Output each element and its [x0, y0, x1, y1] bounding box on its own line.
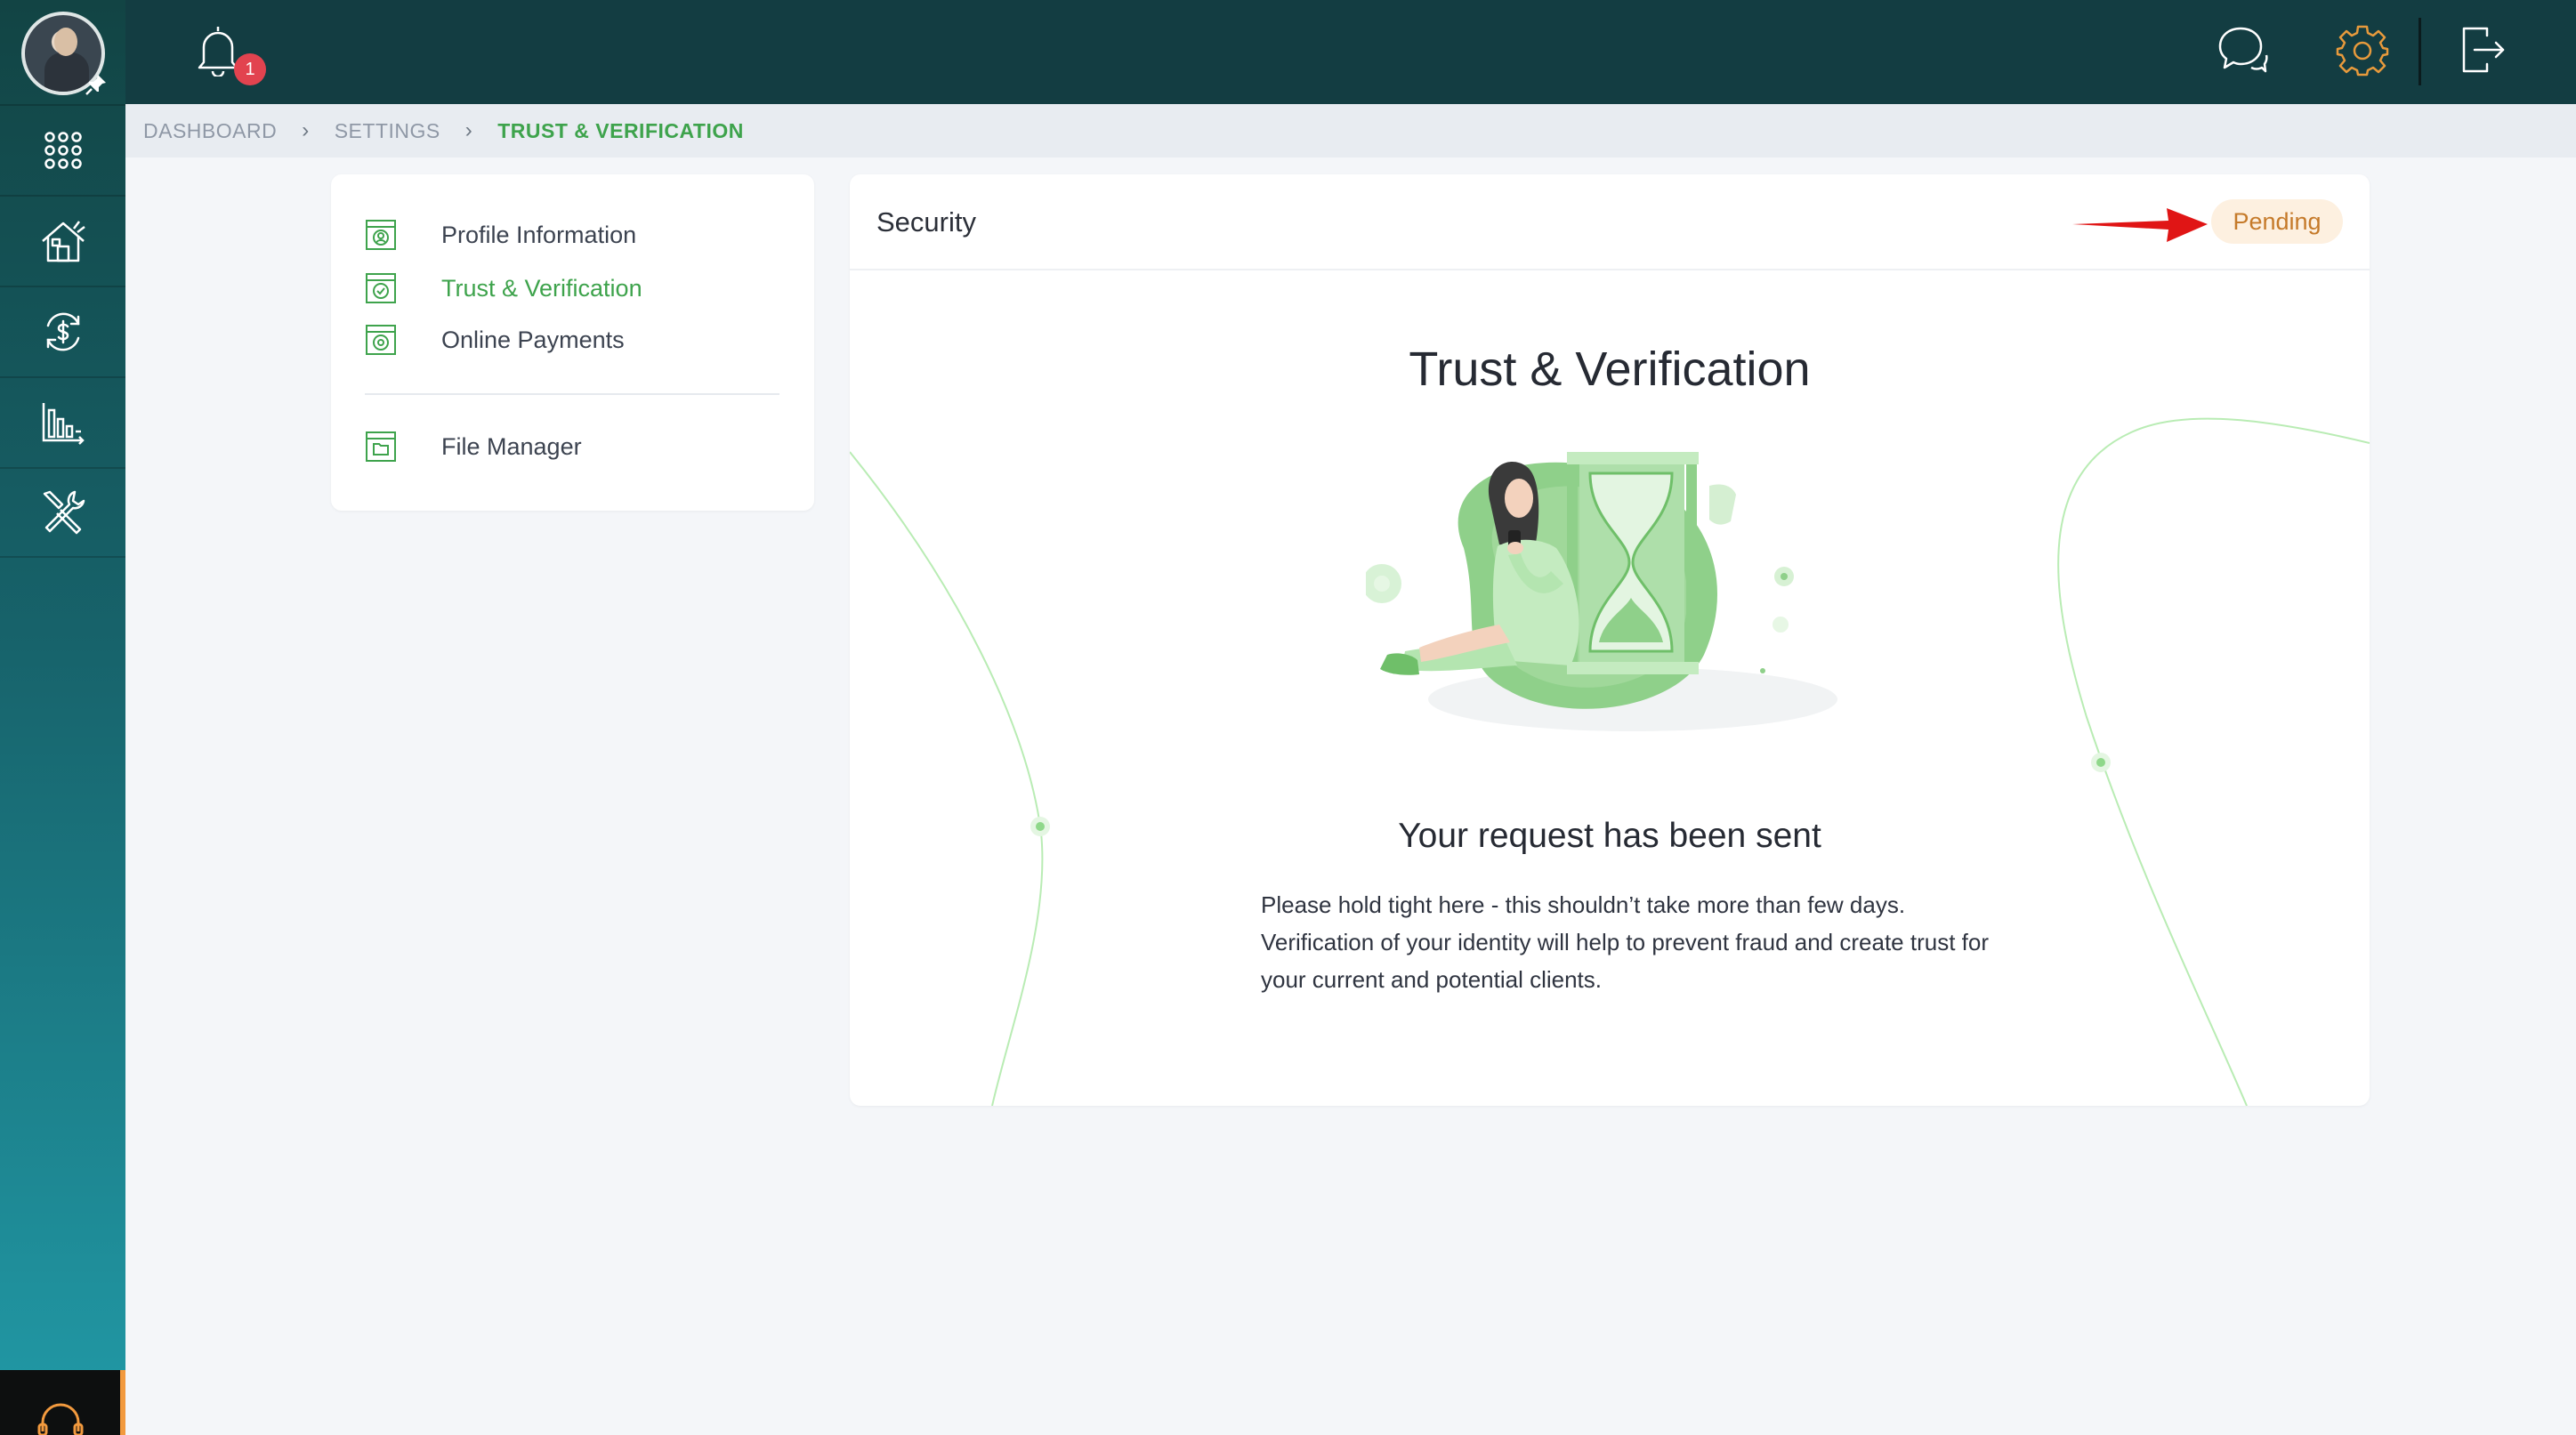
folder-icon: [366, 431, 396, 462]
request-sent-title: Your request has been sent: [1398, 817, 1821, 855]
sidebar-item-tools[interactable]: [0, 467, 125, 558]
red-arrow-annotation: [2072, 208, 2208, 242]
breadcrumb: DASHBOARD › SETTINGS › TRUST & VERIFICAT…: [125, 104, 2576, 157]
menu-item-label: Trust & Verification: [441, 274, 642, 302]
menu-item-label: File Manager: [441, 432, 582, 460]
tools-icon: [43, 490, 85, 535]
support-accent: [120, 1370, 125, 1435]
verification-illustration: [1366, 452, 1837, 731]
sidebar-item-apps[interactable]: [0, 104, 125, 195]
profile-icon: [366, 220, 396, 250]
notification-badge: 1: [234, 53, 266, 85]
menu-item-file-manager[interactable]: File Manager: [365, 431, 582, 463]
house-icon: [41, 221, 85, 262]
menu-divider: [365, 393, 779, 395]
verification-description: Please hold tight here - this shouldn’t …: [1261, 891, 1989, 993]
breadcrumb-current: TRUST & VERIFICATION: [497, 118, 744, 142]
verified-icon: [366, 273, 396, 303]
menu-item-label: Online Payments: [441, 326, 625, 353]
support-button[interactable]: [0, 1370, 120, 1435]
page-heading: Trust & Verification: [1409, 343, 1811, 396]
top-bar: 1: [125, 0, 2576, 104]
section-title: Security: [876, 206, 976, 238]
logout-icon[interactable]: [2460, 23, 2508, 77]
pin-icon[interactable]: [84, 72, 109, 97]
chevron-right-icon: ›: [464, 118, 473, 142]
card-header: Security Pending: [850, 174, 2370, 270]
status-badge: Pending: [2211, 199, 2343, 244]
menu-item-profile-information[interactable]: Profile Information: [365, 219, 636, 251]
chevron-right-icon: ›: [302, 118, 310, 142]
sidebar: [0, 0, 125, 1435]
security-card: Security Pending Trust & Verification Yo…: [850, 174, 2370, 1106]
apps-grid-icon: [44, 132, 82, 169]
bar-chart-icon: [42, 403, 85, 445]
breadcrumb-settings[interactable]: SETTINGS: [335, 119, 440, 143]
sidebar-item-reports[interactable]: [0, 376, 125, 467]
sidebar-item-properties[interactable]: [0, 195, 125, 286]
topbar-divider: [2419, 18, 2421, 85]
headset-icon: [37, 1403, 83, 1435]
chat-icon[interactable]: [2216, 23, 2269, 77]
menu-item-online-payments[interactable]: Online Payments: [365, 324, 625, 356]
breadcrumb-dashboard[interactable]: DASHBOARD: [143, 119, 277, 143]
money-exchange-icon: [46, 312, 79, 351]
menu-item-label: Profile Information: [441, 221, 637, 248]
gear-icon[interactable]: [2336, 23, 2389, 77]
menu-item-trust-verification[interactable]: Trust & Verification: [365, 272, 642, 304]
settings-menu: Profile Information Trust & Verification…: [331, 174, 814, 511]
sidebar-item-transactions[interactable]: [0, 286, 125, 376]
user-avatar[interactable]: [21, 12, 106, 95]
payments-icon: [366, 325, 396, 355]
